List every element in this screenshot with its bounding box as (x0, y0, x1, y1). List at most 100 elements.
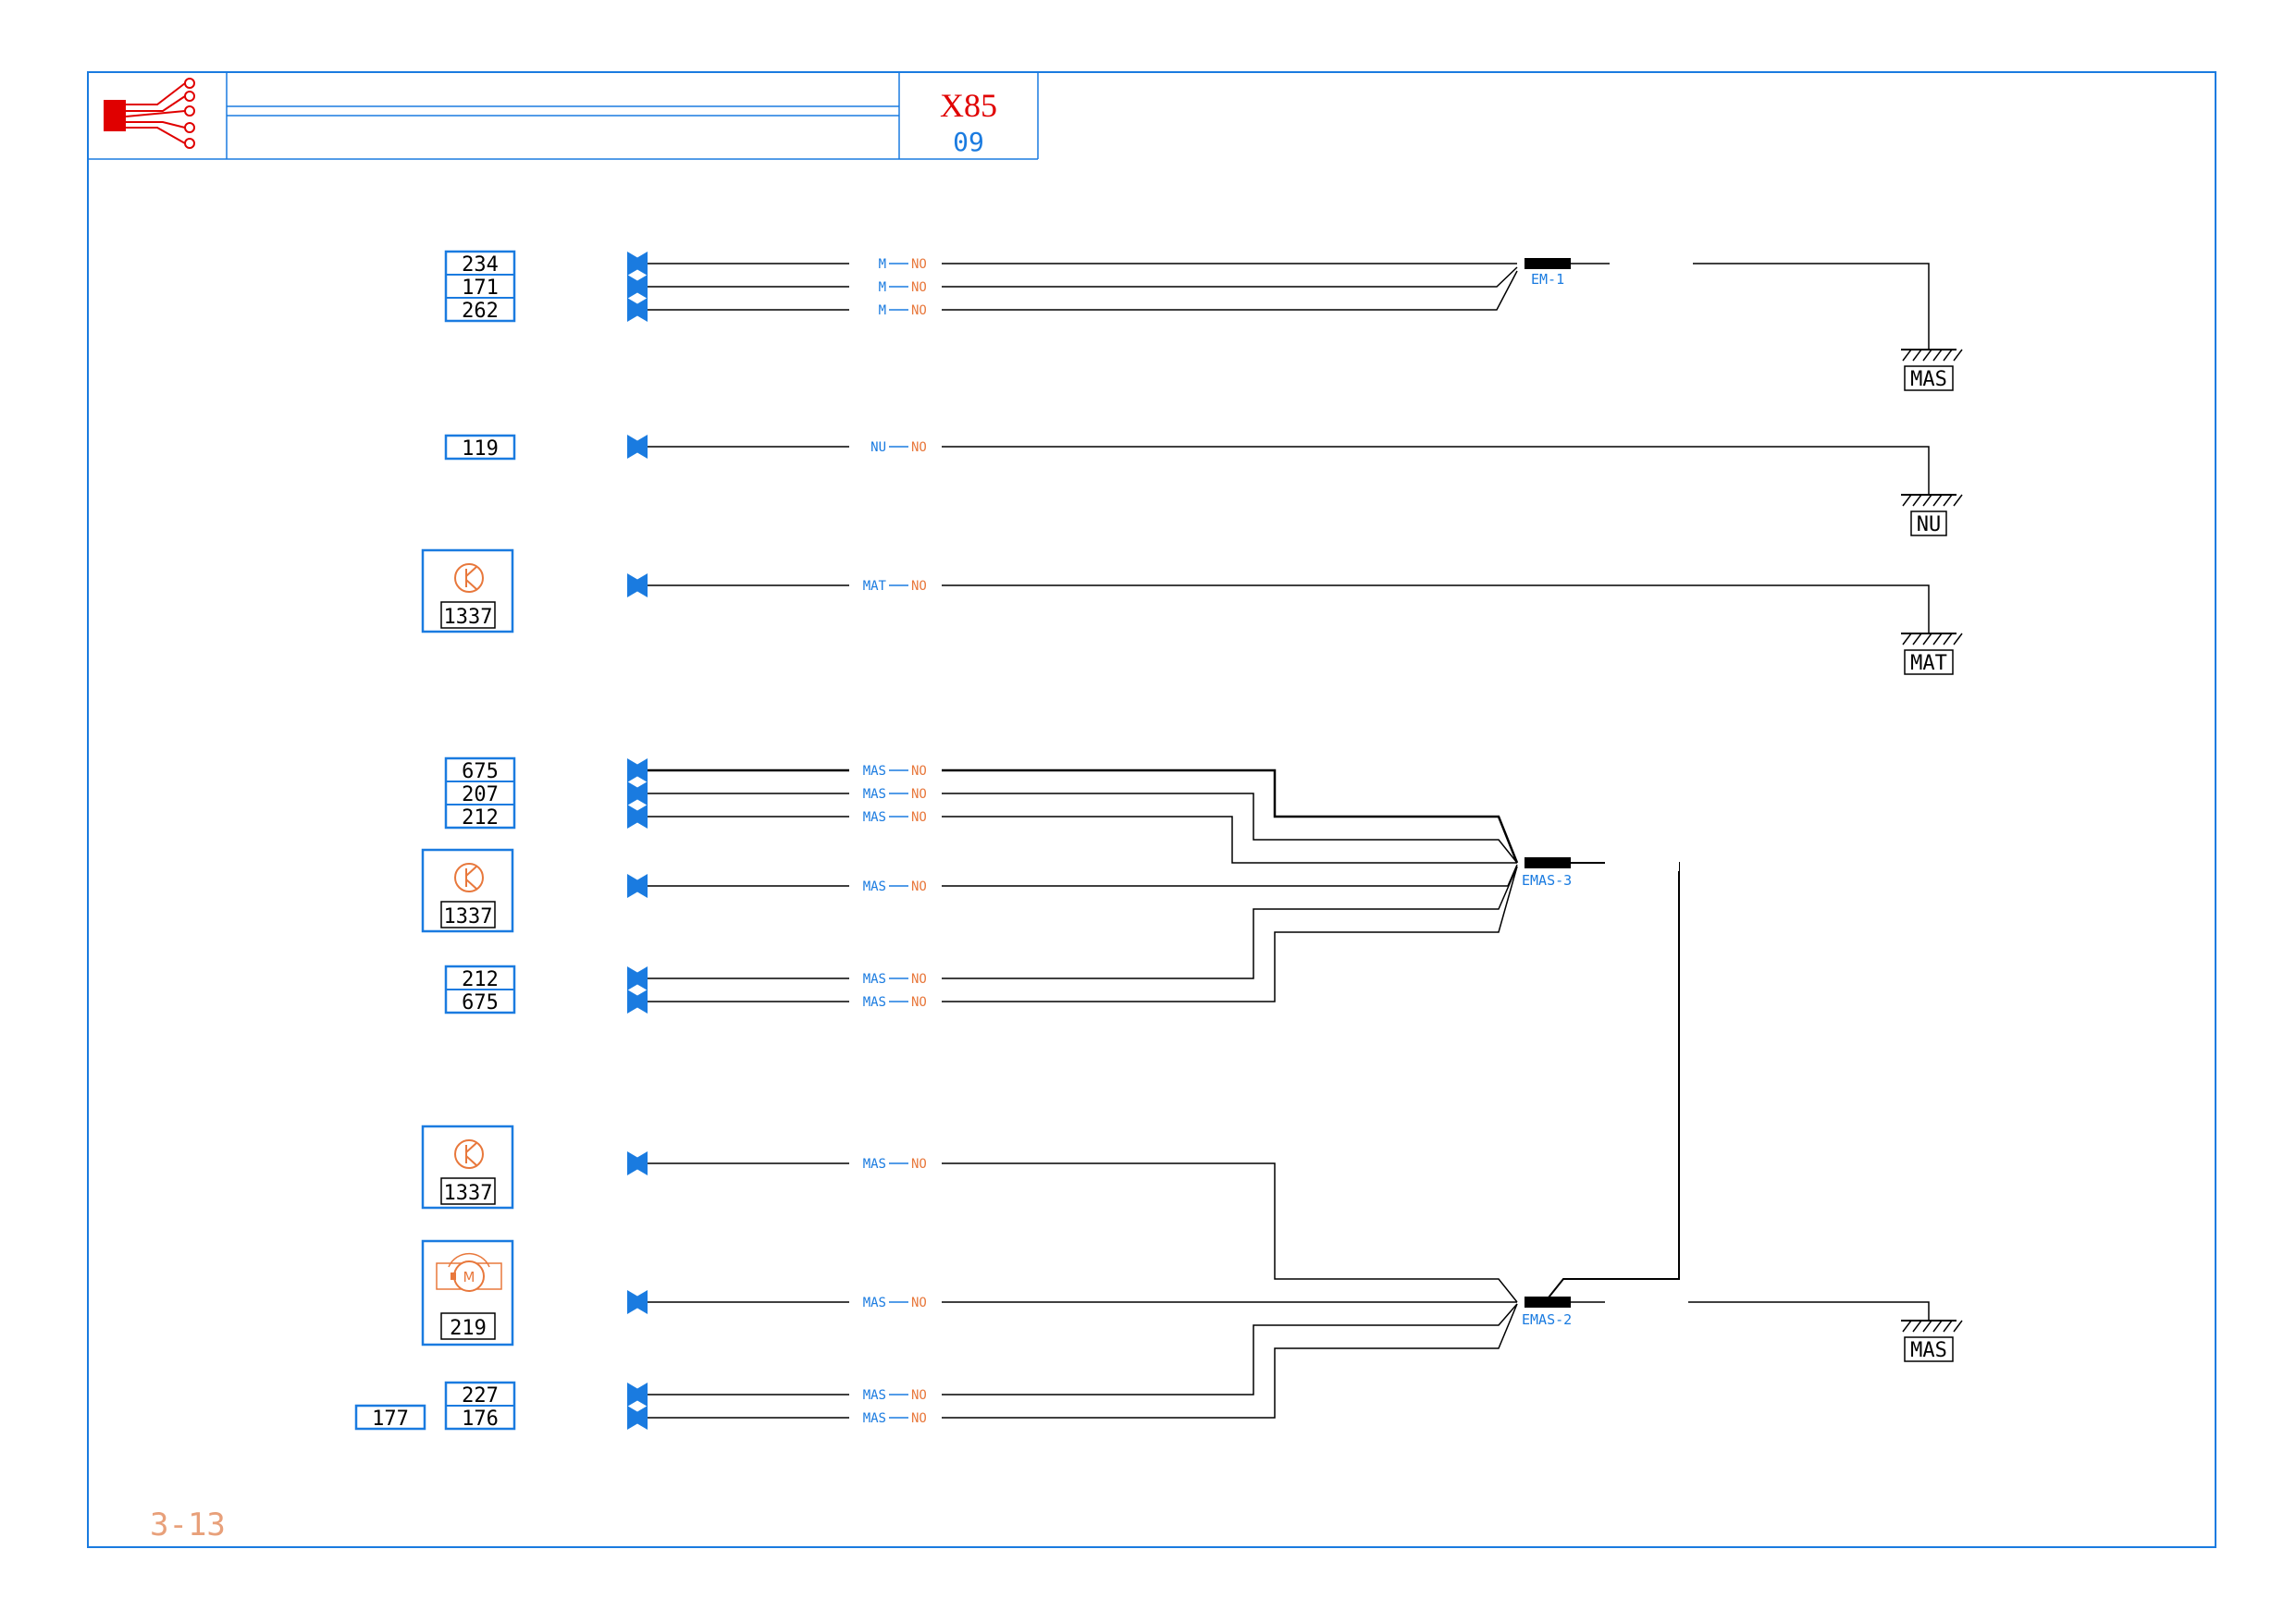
wire-label-2-code: M (879, 303, 886, 318)
ground-hatch (1922, 494, 1932, 507)
connectors-layer: 234171262119133767520721213372126751337M… (354, 250, 516, 1431)
connector-label: 262 (462, 300, 499, 323)
connector-label: 177 (372, 1408, 409, 1431)
wire-label-0-code: M (879, 257, 886, 272)
splice-label: EMAS-2 (1522, 1311, 1572, 1328)
ground-hatch (1943, 349, 1953, 362)
wire-label-9-code: MAS (863, 972, 886, 987)
wire-1 (648, 266, 1518, 288)
wire-11 (648, 1162, 1518, 1303)
wire-9 (648, 866, 1518, 979)
connector-label: 1337 (444, 1182, 493, 1205)
ground-hatch (1943, 1320, 1953, 1333)
wire-label-13-color: NO (911, 1388, 927, 1403)
wire-label-1-color: NO (911, 280, 927, 295)
wire-label-13-code: MAS (863, 1388, 886, 1403)
ground-hatch (1953, 494, 1963, 507)
wire-label-12-code: MAS (863, 1296, 886, 1310)
connector-label: 176 (462, 1408, 499, 1431)
wire-label-11-code: MAS (863, 1157, 886, 1172)
ground-hatch (1902, 1320, 1912, 1333)
splices-layer: EM-1 EMAS-3 EMAS-2 (1522, 258, 1572, 1328)
wire-label-8-color: NO (911, 879, 927, 894)
wire-label-3-code: NU (870, 440, 886, 455)
branch-layer (1544, 255, 1930, 1321)
connector-label: 1337 (444, 606, 493, 629)
wire-label-14-color: NO (911, 1411, 927, 1426)
grounds-layer: MAS NU MAT MAS (1901, 349, 1963, 1362)
wire-label-7-color: NO (911, 810, 927, 825)
connector-label: 219 (450, 1317, 487, 1340)
ground-hatch (1932, 349, 1943, 362)
emas3-to-emas2-wire (1544, 862, 1680, 1303)
ground-hatch (1932, 633, 1943, 646)
ground-hatch (1912, 494, 1922, 507)
motor-letter: M (463, 1269, 475, 1285)
ground-hatch (1932, 494, 1943, 507)
connector-label: 207 (462, 783, 499, 806)
connector-label: 675 (462, 760, 499, 783)
wire-label-9-color: NO (911, 972, 927, 987)
wire-10 (648, 866, 1518, 1002)
wire-label-5-code: MAS (863, 764, 886, 779)
wire-4 (648, 584, 1930, 633)
wire-3 (648, 446, 1930, 495)
page-number: 3-13 (150, 1506, 226, 1543)
wire-2 (648, 270, 1518, 311)
connector-logo-icon (104, 78, 195, 149)
ground-label: MAS (1910, 368, 1947, 391)
ground-hatch (1943, 494, 1953, 507)
wire-label-8-code: MAS (863, 879, 886, 894)
wire-6 (648, 793, 1518, 864)
wire-label-1-code: M (879, 280, 886, 295)
ground-hatch (1912, 349, 1922, 362)
splice-block (1524, 1297, 1571, 1308)
connector-label: 212 (462, 806, 499, 830)
ground-hatch (1922, 349, 1932, 362)
splice-label: EMAS-3 (1522, 872, 1572, 889)
page-title: X85 (940, 87, 997, 124)
wire-13 (648, 1303, 1518, 1396)
connector-label: 171 (462, 277, 499, 300)
motor-icon (451, 1273, 456, 1280)
connector-label: 119 (462, 437, 499, 461)
wires-layer: M NO M NO M NO NU NO MAT NO MAS NO MAS NO MAS NO MAS NO MA… (627, 252, 1930, 1430)
label-bg (1610, 255, 1693, 272)
ground-hatch (1953, 349, 1963, 362)
ground-hatch (1953, 1320, 1963, 1333)
ground-hatch (1943, 633, 1953, 646)
label-bg (1605, 855, 1679, 871)
ground-hatch (1912, 1320, 1922, 1333)
ground-hatch (1912, 633, 1922, 646)
em1-output-wire (1563, 263, 1930, 350)
splice-block (1524, 857, 1571, 868)
wire-14 (648, 1303, 1518, 1419)
wire-label-7-code: MAS (863, 810, 886, 825)
wire-label-4-code: MAT (863, 579, 887, 594)
ground-hatch (1902, 349, 1912, 362)
wire-label-6-code: MAS (863, 787, 886, 802)
wire-label-14-code: MAS (863, 1411, 886, 1426)
ground-label: MAS (1910, 1339, 1947, 1362)
wire-label-5-color: NO (911, 764, 927, 779)
page-subtitle: 09 (953, 127, 984, 157)
ground-hatch (1932, 1320, 1943, 1333)
wire-8 (648, 864, 1518, 887)
sheet-frame (87, 71, 2216, 1548)
title-block (88, 72, 1039, 160)
ground-label: MAT (1910, 652, 1947, 675)
connector-label: 227 (462, 1384, 499, 1408)
ground-hatch (1953, 633, 1963, 646)
splice-label: EM-1 (1531, 271, 1564, 288)
connector-label: 1337 (444, 905, 493, 928)
connector-label: 234 (462, 253, 499, 277)
ground-hatch (1902, 494, 1912, 507)
connector-label: 675 (462, 991, 499, 1014)
wire-label-3-color: NO (911, 440, 927, 455)
wire-label-10-code: MAS (863, 995, 886, 1010)
wire-label-4-color: NO (911, 579, 927, 594)
wiring-diagram: X85 09 3-13 M NO M NO M NO NU NO MAT NO MAS NO MAS NO… (87, 71, 2216, 1548)
wire-label-2-color: NO (911, 303, 927, 318)
wire-label-11-color: NO (911, 1157, 927, 1172)
ground-hatch (1902, 633, 1912, 646)
